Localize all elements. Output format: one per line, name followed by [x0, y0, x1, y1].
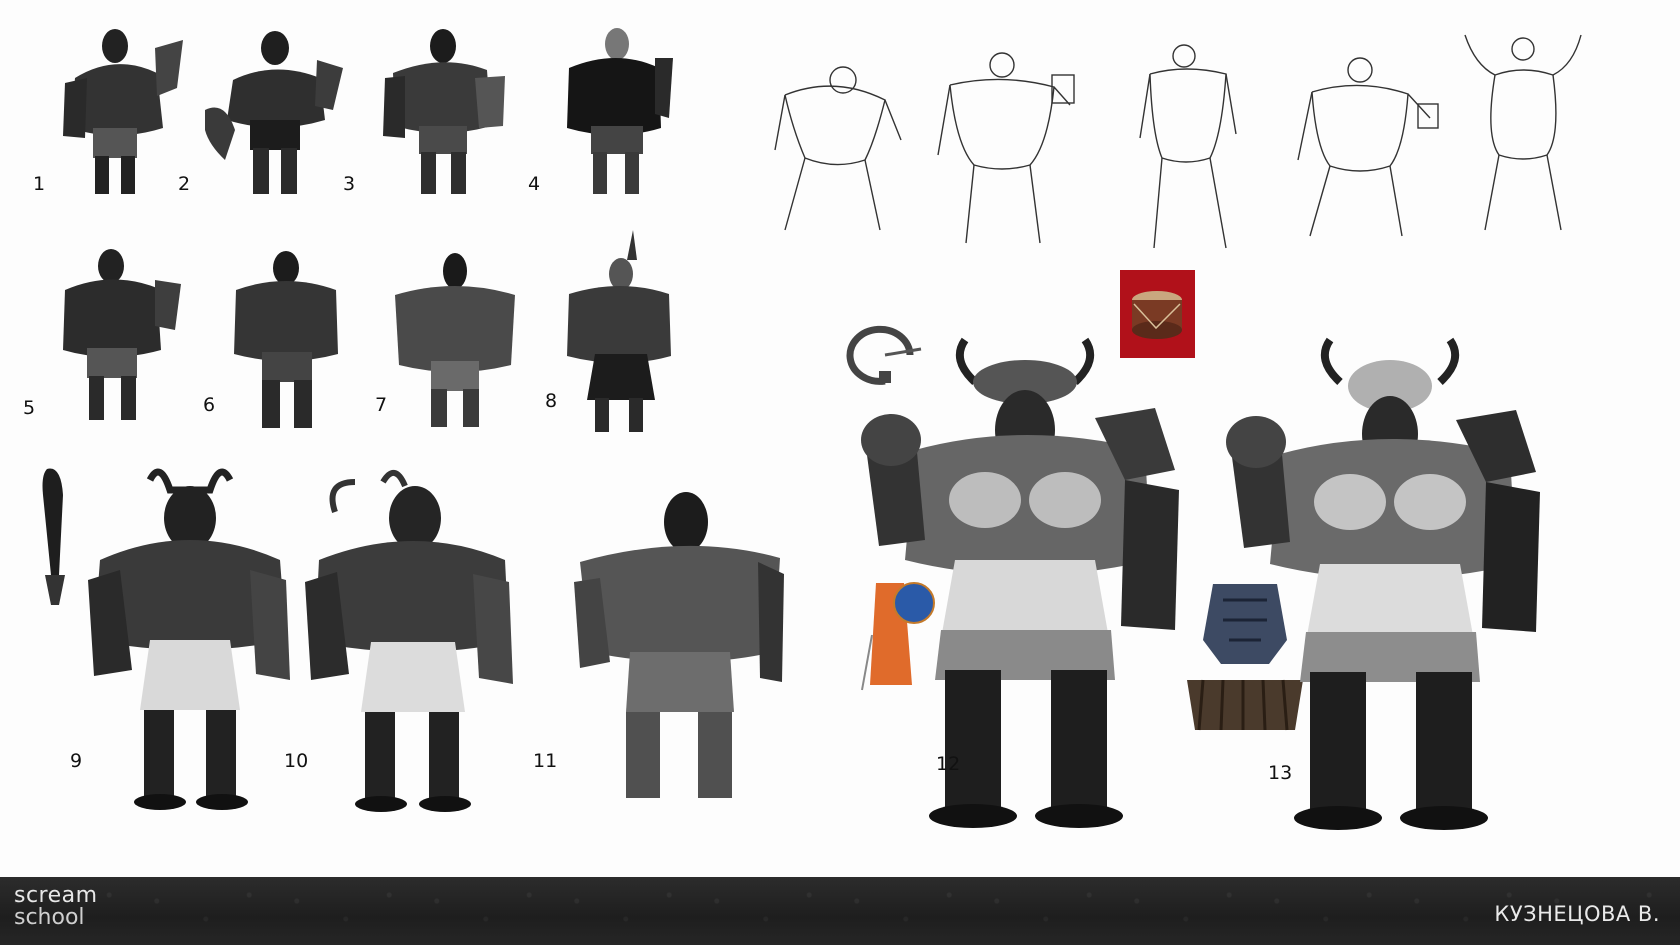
gesture-sketch-5 [1455, 25, 1595, 240]
thumbnail-sketch-7 [385, 245, 525, 430]
figure-label: 12 [936, 753, 961, 775]
club-weapon-sketch [35, 465, 75, 615]
figure-label: 2 [178, 173, 191, 195]
logo-line-1: scream [14, 883, 98, 908]
concept-art-sheet: 1 2 3 4 5 6 7 8 9 10 11 12 13 [0, 0, 1680, 877]
character-sketch-10 [295, 462, 525, 817]
thumbnail-sketch-5 [45, 240, 185, 425]
character-sketch-11 [570, 482, 790, 807]
figure-label: 3 [343, 173, 356, 195]
figure-label: 11 [533, 750, 558, 772]
thumbnail-sketch-8 [555, 230, 685, 435]
figure-label: 1 [33, 173, 46, 195]
logo-line-2: school [14, 905, 85, 930]
gesture-sketch-1 [765, 40, 905, 240]
gesture-sketch-2 [930, 45, 1080, 250]
thumbnail-sketch-2 [205, 20, 345, 200]
gesture-sketch-3 [1130, 38, 1250, 258]
thumbnail-sketch-4 [555, 18, 675, 198]
figure-label: 5 [23, 397, 36, 419]
school-logo: scream school [14, 885, 98, 929]
thumbnail-sketch-3 [375, 18, 515, 198]
thumbnail-sketch-1 [45, 18, 185, 198]
thumbnail-sketch-6 [222, 242, 352, 432]
character-final-12 [855, 330, 1195, 840]
figure-label: 4 [528, 173, 541, 195]
author-name: КУЗНЕЦОВА В. [1494, 902, 1660, 926]
figure-label: 8 [545, 390, 558, 412]
figure-label: 9 [70, 750, 83, 772]
gesture-sketch-4 [1290, 48, 1450, 243]
figure-label: 7 [375, 394, 388, 416]
figure-label: 10 [284, 750, 309, 772]
figure-label: 13 [1268, 762, 1293, 784]
character-sketch-9 [80, 460, 300, 815]
footer-bar [0, 877, 1680, 945]
figure-label: 6 [203, 394, 216, 416]
